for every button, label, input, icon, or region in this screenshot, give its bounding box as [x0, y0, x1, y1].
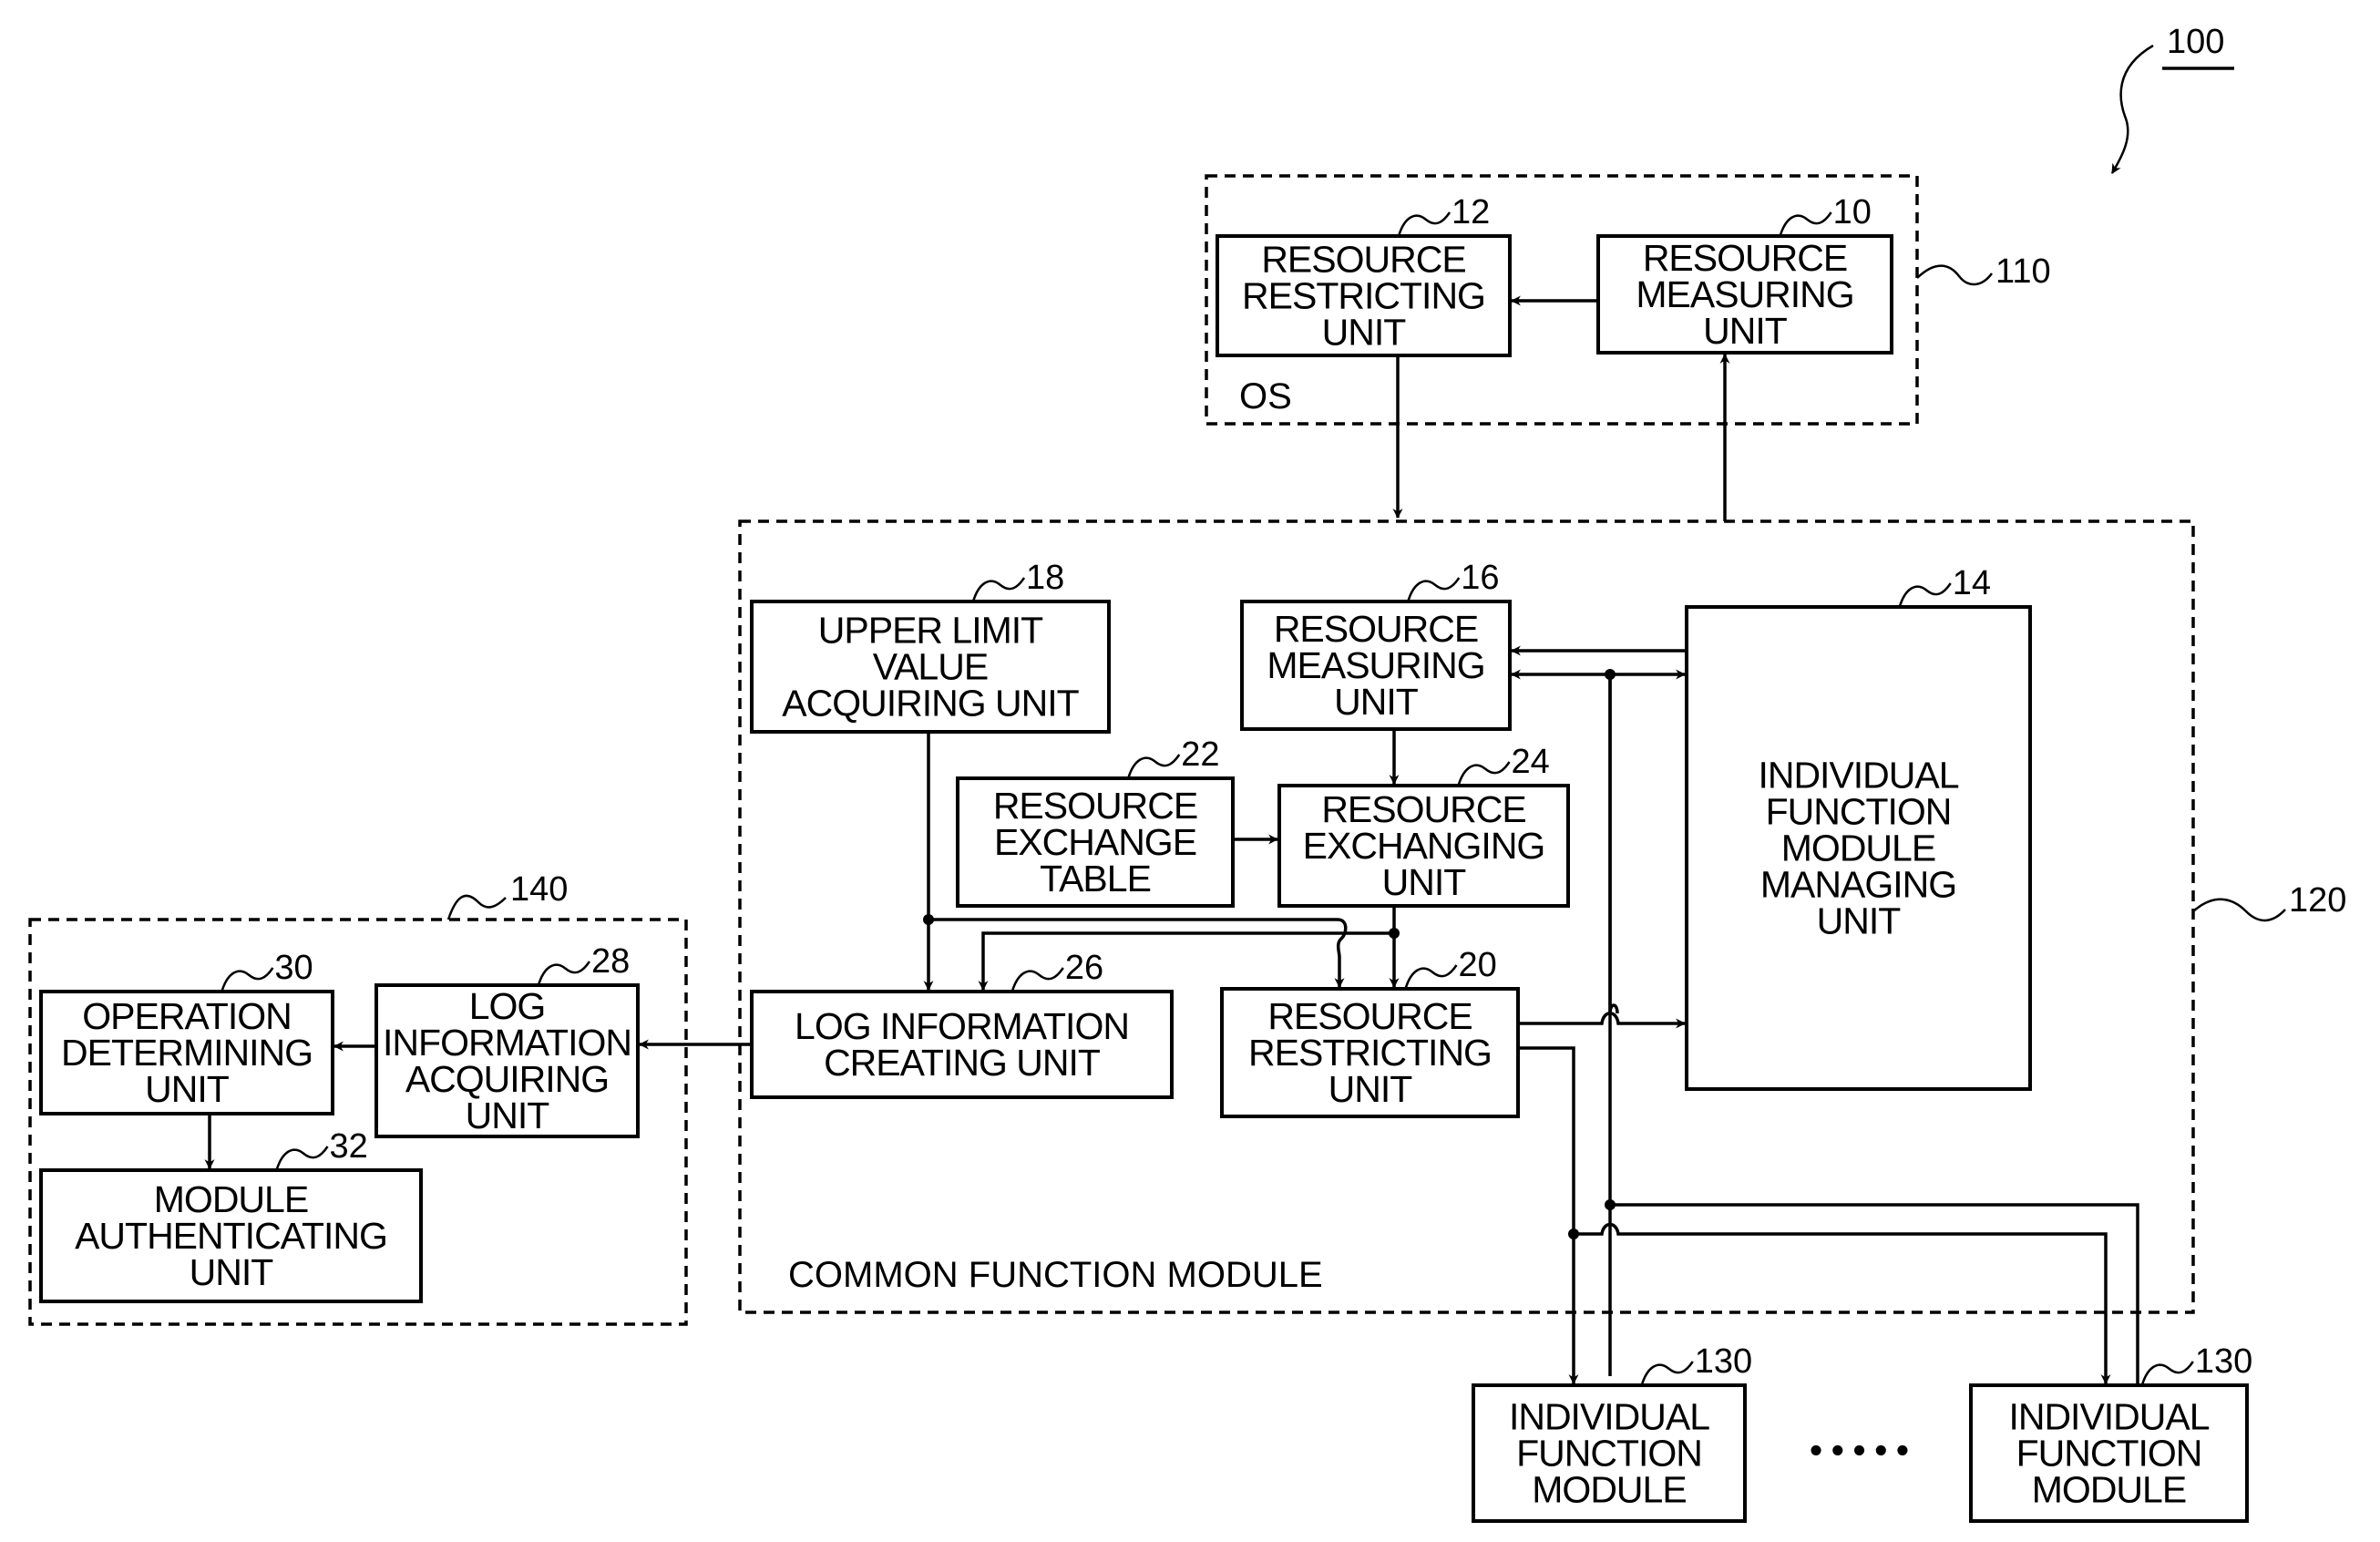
log-information-acquiring-unit: LOGINFORMATIONACQUIRINGUNIT28 [374, 942, 640, 1138]
leader-line [275, 1146, 329, 1171]
ellipsis: • • • • • [1810, 1429, 1908, 1471]
resource-measuring-unit: RESOURCEMEASURINGUNIT16 [1240, 559, 1512, 731]
block-label-line: UNIT [145, 1068, 230, 1110]
reference-number: 28 [591, 942, 630, 981]
leader-line [1779, 211, 1832, 237]
leader-line [1397, 211, 1452, 237]
reference-number: 130 [2195, 1342, 2252, 1381]
os-group-ref: 110 [1995, 252, 2051, 291]
leader-line [1457, 761, 1511, 786]
block-label-line: CREATING UNIT [824, 1042, 1101, 1084]
blocks: RESOURCERESTRICTINGUNIT12RESOURCEMEASURI… [39, 193, 2252, 1523]
block-label-line: UNIT [1817, 900, 1902, 942]
os-caption: OS [1239, 376, 1292, 416]
leader-line [221, 967, 274, 992]
resource-exchanging-unit: RESOURCEEXCHANGINGUNIT24 [1277, 743, 1570, 908]
common-group-ref: 120 [2289, 881, 2346, 920]
block-label-line: ACQUIRING UNIT [782, 683, 1079, 725]
module-authenticating-unit: MODULEAUTHENTICATINGUNIT32 [39, 1127, 423, 1303]
reference-number: 16 [1461, 559, 1499, 597]
reference-number: 10 [1833, 193, 1872, 231]
block-label-line: MODULE [1532, 1469, 1686, 1511]
leader-line [971, 577, 1026, 602]
resource-restricting-unit-os: RESOURCERESTRICTINGUNIT12 [1216, 193, 1512, 357]
resource-restricting-unit: RESOURCERESTRICTINGUNIT20 [1220, 946, 1520, 1118]
reference-number: 14 [1953, 564, 1991, 602]
leader-line [1127, 754, 1181, 779]
reference-number: 26 [1065, 949, 1103, 987]
leader-line [1898, 582, 1952, 608]
leader-line [1640, 1361, 1694, 1386]
common-caption: COMMON FUNCTION MODULE [788, 1255, 1323, 1295]
block-label-line: UNIT [1382, 861, 1467, 903]
reference-number: 18 [1026, 559, 1064, 597]
block-label-line: UNIT [1703, 310, 1788, 352]
arrow-24-to-26 [978, 931, 1394, 992]
log-information-creating-unit: LOG INFORMATIONCREATING UNIT26 [750, 949, 1174, 1099]
resource-measuring-unit-os: RESOURCEMEASURINGUNIT10 [1596, 193, 1893, 355]
figure-reference: 100 [2110, 23, 2234, 174]
reference-number: 20 [1459, 946, 1497, 984]
upper-limit-value-acquiring-unit: UPPER LIMITVALUEACQUIRING UNIT18 [750, 559, 1111, 734]
individual-function-module-managing-unit: INDIVIDUALFUNCTIONMODULEMANAGINGUNIT14 [1685, 564, 2032, 1091]
reference-number: 22 [1181, 735, 1219, 774]
reference-number: 24 [1512, 743, 1550, 781]
operation-determining-unit: OPERATIONDETERMININGUNIT30 [39, 949, 334, 1115]
arrow-20-to-130b [1574, 1222, 2111, 1385]
leader-line [1407, 577, 1461, 602]
leader-line [1404, 964, 1458, 990]
resource-exchange-table: RESOURCEEXCHANGETABLE22 [956, 735, 1235, 908]
block-label-line: TABLE [1040, 858, 1151, 900]
block-label-line: UNIT [1322, 312, 1407, 354]
arrow-18-to-20 [928, 918, 1348, 989]
reference-number: 130 [1695, 1342, 1752, 1381]
leader-line [537, 961, 590, 986]
line-130b-to-bus [1610, 1203, 2139, 1385]
reference-number: 12 [1452, 193, 1490, 231]
leader-line [1010, 967, 1064, 992]
individual-function-module-1: INDIVIDUALFUNCTIONMODULE130 [1472, 1342, 1752, 1523]
leader-line [2140, 1361, 2194, 1386]
reference-number: 30 [274, 949, 313, 987]
arrow-20-to-130a [1518, 1046, 1579, 1385]
block-label-line: UNIT [1334, 681, 1419, 723]
block-diagram: 100 OS 110 COMMON FUNCTION MODULE 120 14… [28, 23, 2346, 1523]
reference-number: 32 [330, 1127, 368, 1166]
block-label-line: UNIT [1328, 1068, 1413, 1110]
figure-ref-number: 100 [2167, 23, 2224, 61]
block-label-line: UNIT [466, 1095, 550, 1136]
arrow-20-to-14 [1518, 1012, 1687, 1029]
individual-function-module-n: INDIVIDUALFUNCTIONMODULE130 [1969, 1342, 2252, 1523]
external-group-ref: 140 [510, 870, 568, 909]
block-label-line: MODULE [2032, 1469, 2186, 1511]
block-label-line: UNIT [190, 1251, 274, 1293]
